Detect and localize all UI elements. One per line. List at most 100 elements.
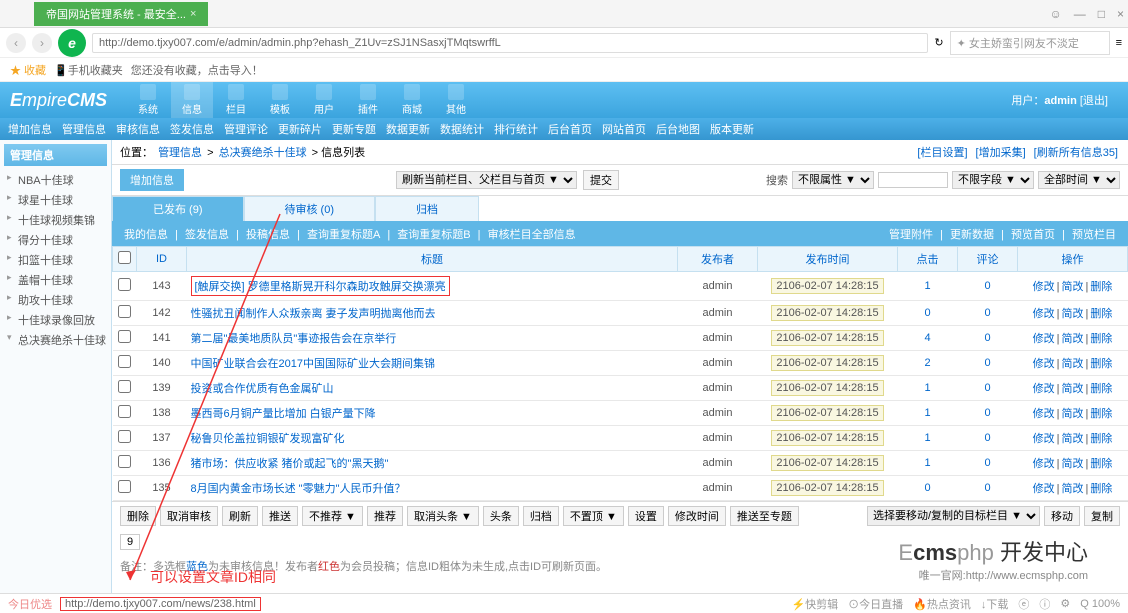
bulk-action-button[interactable]: 不推荐 ▼	[302, 506, 363, 526]
op-del[interactable]: 删除	[1090, 383, 1112, 395]
top-icon-系统[interactable]: 系统	[127, 82, 169, 118]
row-id[interactable]: 136	[137, 451, 187, 476]
top-icon-栏目[interactable]: 栏目	[215, 82, 257, 118]
bulk-action-button[interactable]: 归档	[523, 506, 559, 526]
tree-item[interactable]: 球星十佳球	[4, 190, 107, 210]
op-edit[interactable]: 修改	[1033, 358, 1055, 370]
bulk-action-button[interactable]: 推送至专题	[730, 506, 799, 526]
row-title-link[interactable]: 投资或合作优质有色金属矿山	[191, 383, 334, 395]
row-check[interactable]	[118, 278, 131, 291]
row-comments[interactable]: 0	[958, 301, 1018, 326]
check-all[interactable]	[118, 251, 131, 264]
op-del[interactable]: 删除	[1090, 483, 1112, 495]
row-title-link[interactable]: 猪市场：供应收紧 猪价或起飞的"黑天鹅"	[191, 458, 389, 470]
row-title-link[interactable]: 8月国内黄金市场长述 "零魅力"人民币升值？	[191, 483, 406, 495]
row-check[interactable]	[118, 355, 131, 368]
tab-pending[interactable]: 待审核 (0)	[244, 196, 376, 221]
subnav-item[interactable]: 签发信息	[170, 121, 214, 137]
row-title-link[interactable]: 秘鲁贝伦盖拉铜银矿发现富矿化	[191, 433, 345, 445]
op-copy[interactable]: 简改	[1062, 483, 1084, 495]
subnav-item[interactable]: 后台地图	[656, 121, 700, 137]
subaction[interactable]: 查询重复标题B	[397, 229, 470, 241]
row-clicks[interactable]: 1	[898, 426, 958, 451]
tree-item[interactable]: 十佳球视频集锦	[4, 210, 107, 230]
row-title-link[interactable]: 第二届"最美地质队员"事迹报告会在京举行	[191, 333, 397, 345]
status-item[interactable]: ⓔ	[1018, 596, 1029, 612]
op-edit[interactable]: 修改	[1033, 308, 1055, 320]
op-del[interactable]: 删除	[1090, 281, 1112, 293]
row-check[interactable]	[118, 330, 131, 343]
op-copy[interactable]: 简改	[1062, 383, 1084, 395]
row-comments[interactable]: 0	[958, 326, 1018, 351]
tree-item[interactable]: 盖帽十佳球	[4, 270, 107, 290]
filter-attr[interactable]: 不限属性 ▼	[792, 171, 874, 189]
bulk-action-button[interactable]: 头条	[483, 506, 519, 526]
op-copy[interactable]: 简改	[1062, 408, 1084, 420]
row-check[interactable]	[118, 455, 131, 468]
row-title-link[interactable]: [触屏交换] 罗德里格斯晃开科尔森助攻触屏交换漂亮	[195, 281, 446, 293]
subaction[interactable]: 管理附件	[889, 229, 933, 241]
menu-icon[interactable]: ≡	[1116, 37, 1122, 49]
top-icon-插件[interactable]: 插件	[347, 82, 389, 118]
row-clicks[interactable]: 1	[898, 376, 958, 401]
subnav-item[interactable]: 更新碎片	[278, 121, 322, 137]
tree-item[interactable]: 助攻十佳球	[4, 290, 107, 310]
op-copy[interactable]: 简改	[1062, 281, 1084, 293]
row-title-link[interactable]: 中国矿业联合会在2017中国国际矿业大会期间集锦	[191, 358, 435, 370]
subaction[interactable]: 预览首页	[1011, 229, 1055, 241]
col-comments[interactable]: 评论	[958, 247, 1018, 272]
address-bar[interactable]: http://demo.tjxy007.com/e/admin/admin.ph…	[92, 33, 928, 53]
op-edit[interactable]: 修改	[1033, 281, 1055, 293]
status-item[interactable]: ↓下载	[981, 596, 1009, 612]
col-time[interactable]: 发布时间	[758, 247, 898, 272]
op-copy[interactable]: 简改	[1062, 458, 1084, 470]
tree-item[interactable]: 总决赛绝杀十佳球	[4, 330, 107, 350]
subaction[interactable]: 审核栏目全部信息	[488, 229, 576, 241]
row-id[interactable]: 139	[137, 376, 187, 401]
close-icon[interactable]: ×	[190, 8, 196, 20]
row-clicks[interactable]: 1	[898, 451, 958, 476]
op-copy[interactable]: 简改	[1062, 333, 1084, 345]
col-id[interactable]: ID	[137, 247, 187, 272]
subaction[interactable]: 查询重复标题A	[307, 229, 380, 241]
row-id[interactable]: 143	[137, 272, 187, 301]
op-del[interactable]: 删除	[1090, 333, 1112, 345]
tree-item[interactable]: NBA十佳球	[4, 170, 107, 190]
subaction[interactable]: 预览栏目	[1072, 229, 1116, 241]
op-edit[interactable]: 修改	[1033, 458, 1055, 470]
min-icon[interactable]: —	[1074, 7, 1086, 21]
bulk-action-button[interactable]: 推送	[262, 506, 298, 526]
op-edit[interactable]: 修改	[1033, 433, 1055, 445]
op-copy[interactable]: 简改	[1062, 433, 1084, 445]
logout-link[interactable]: [退出]	[1080, 95, 1108, 107]
status-item[interactable]: 🔥热点资讯	[913, 596, 971, 612]
row-comments[interactable]: 0	[958, 351, 1018, 376]
status-item[interactable]: Q 100%	[1080, 598, 1120, 610]
status-item[interactable]: ⓘ	[1039, 596, 1050, 612]
row-check[interactable]	[118, 405, 131, 418]
crumb-a[interactable]: 管理信息	[158, 147, 202, 159]
status-item[interactable]: ⊙今日直播	[848, 596, 903, 612]
reload-icon[interactable]: ↻	[934, 36, 943, 49]
submit-button[interactable]: 提交	[583, 170, 619, 190]
row-comments[interactable]: 0	[958, 476, 1018, 501]
subnav-item[interactable]: 管理信息	[62, 121, 106, 137]
top-icon-模板[interactable]: 模板	[259, 82, 301, 118]
crumb-action[interactable]: [栏目设置]	[917, 147, 967, 159]
op-del[interactable]: 删除	[1090, 458, 1112, 470]
ext-icon[interactable]: ☺	[1049, 7, 1061, 21]
bulk-action-button[interactable]: 取消头条 ▼	[407, 506, 479, 526]
op-del[interactable]: 删除	[1090, 308, 1112, 320]
top-icon-商城[interactable]: 商城	[391, 82, 433, 118]
row-clicks[interactable]: 2	[898, 351, 958, 376]
op-copy[interactable]: 简改	[1062, 308, 1084, 320]
op-del[interactable]: 删除	[1090, 358, 1112, 370]
mobile-fav[interactable]: 📱手机收藏夹	[54, 62, 123, 78]
status-item[interactable]: ⚡快剪辑	[791, 596, 838, 612]
subnav-item[interactable]: 审核信息	[116, 121, 160, 137]
page-number[interactable]: 9	[120, 534, 140, 550]
copy-button[interactable]: 复制	[1084, 506, 1120, 526]
bulk-action-button[interactable]: 取消审核	[160, 506, 218, 526]
row-comments[interactable]: 0	[958, 426, 1018, 451]
col-clicks[interactable]: 点击	[898, 247, 958, 272]
